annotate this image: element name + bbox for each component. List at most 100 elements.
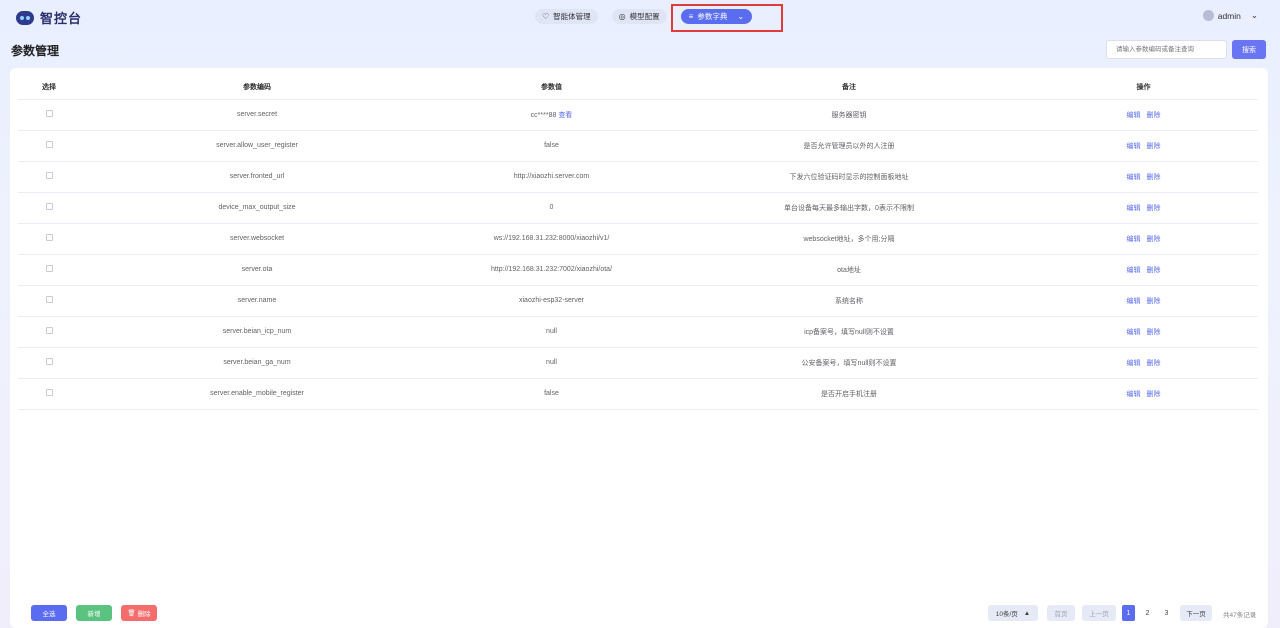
row-checkbox[interactable] [45, 172, 53, 179]
param-value: cc****88 [530, 111, 557, 119]
params-card: 选择 参数编码 参数值 备注 操作 server.secret cc****88 … [10, 68, 1268, 628]
page-size-value: 10条/页 [995, 611, 1018, 618]
edit-link[interactable]: 编辑 [1127, 267, 1141, 274]
trash-icon: 🗑 [127, 610, 136, 617]
page-number-1[interactable]: 1 [1122, 605, 1135, 621]
chevron-down-icon: ⌄ [1250, 10, 1258, 20]
total-records: 共47条记录 [1223, 612, 1257, 619]
edit-link[interactable]: 编辑 [1127, 174, 1141, 181]
table-row: server.enable_mobile_register false 是否开启手机… [18, 378, 1258, 410]
param-note: 系统名称 [669, 285, 1029, 317]
table-header-row: 选择 参数编码 参数值 备注 操作 [18, 76, 1258, 100]
param-note: websocket地址，多个用;分隔 [669, 223, 1029, 255]
row-checkbox[interactable] [45, 110, 53, 117]
nav-label: 模型配置 [629, 12, 660, 21]
param-note: 公安备案号，填写null则不设置 [669, 347, 1029, 379]
edit-link[interactable]: 编辑 [1127, 143, 1141, 150]
param-value-cell: null [434, 347, 669, 379]
prev-page-button[interactable]: 上一页 [1082, 605, 1116, 621]
param-value-cell: 0 [434, 192, 669, 224]
row-select-cell [18, 161, 80, 193]
delete-label: 删除 [137, 611, 151, 618]
robot-logo-icon [16, 10, 34, 25]
delete-link[interactable]: 删除 [1147, 236, 1161, 243]
param-value-cell: cc****88 查看 [434, 99, 669, 131]
row-checkbox[interactable] [45, 234, 53, 241]
caret-up-icon: ▲ [1023, 609, 1031, 617]
delete-link[interactable]: 删除 [1147, 298, 1161, 305]
logo-text: 智控台 [40, 11, 83, 26]
highlight-annotation [671, 4, 783, 32]
page-size-select[interactable]: 10条/页 ▲ [988, 605, 1038, 621]
param-value: ws://192.168.31.232:8000/xiaozhi/v1/ [493, 235, 610, 242]
nav-model-config[interactable]: ◎ 模型配置 [611, 9, 667, 24]
row-checkbox[interactable] [45, 389, 53, 396]
avatar [1202, 10, 1214, 21]
delete-link[interactable]: 删除 [1147, 360, 1161, 367]
param-value-cell: http://xiaozhi.server.com [434, 161, 669, 193]
row-select-cell [18, 223, 80, 255]
param-code: device_max_output_size [80, 192, 434, 224]
row-checkbox[interactable] [45, 327, 53, 334]
search-input[interactable] [1106, 40, 1227, 59]
next-page-button[interactable]: 下一页 [1180, 605, 1212, 621]
first-page-button[interactable]: 首页 [1047, 605, 1075, 621]
row-checkbox[interactable] [45, 203, 53, 210]
delete-link[interactable]: 删除 [1147, 267, 1161, 274]
param-code: server.name [80, 285, 434, 317]
edit-link[interactable]: 编辑 [1127, 329, 1141, 336]
row-actions: 编辑 删除 [1029, 192, 1258, 224]
row-checkbox[interactable] [45, 141, 53, 148]
param-value-cell: null [434, 316, 669, 348]
page-number-2[interactable]: 2 [1141, 605, 1154, 621]
delete-link[interactable]: 删除 [1147, 329, 1161, 336]
edit-link[interactable]: 编辑 [1127, 391, 1141, 398]
edit-link[interactable]: 编辑 [1127, 360, 1141, 367]
row-select-cell [18, 130, 80, 162]
param-value: null [546, 328, 557, 335]
edit-link[interactable]: 编辑 [1127, 236, 1141, 243]
delete-link[interactable]: 删除 [1147, 205, 1161, 212]
user-menu[interactable]: admin ⌄ [1202, 10, 1258, 21]
add-button[interactable]: 新增 [76, 605, 112, 621]
table-row: device_max_output_size 0 单台设备每天最多输出字数，0表示不… [18, 192, 1258, 224]
select-all-button[interactable]: 全选 [31, 605, 67, 621]
row-checkbox[interactable] [45, 265, 53, 272]
param-note: 下发六位验证码时显示的控制面板地址 [669, 161, 1029, 193]
user-name: admin [1217, 10, 1241, 21]
delete-link[interactable]: 删除 [1147, 391, 1161, 398]
view-link[interactable]: 查看 [558, 112, 572, 119]
table-row: server.beian_ga_num null 公安备案号，填写null则不设置编… [18, 347, 1258, 379]
edit-link[interactable]: 编辑 [1127, 298, 1141, 305]
param-code: server.websocket [80, 223, 434, 255]
model-icon: ◎ [618, 11, 626, 21]
delete-link[interactable]: 删除 [1147, 143, 1161, 150]
param-code: server.secret [80, 99, 434, 131]
row-select-cell [18, 192, 80, 224]
delete-link[interactable]: 删除 [1147, 174, 1161, 181]
search-button[interactable]: 搜索 [1232, 40, 1266, 59]
param-value-cell: http://192.168.31.232:7002/xiaozhi/ota/ [434, 254, 669, 286]
row-checkbox[interactable] [45, 296, 53, 303]
param-value-cell: ws://192.168.31.232:8000/xiaozhi/v1/ [434, 223, 669, 255]
nav-agent-management[interactable]: ♡ 智能体管理 [535, 9, 598, 24]
param-code: server.fronted_url [80, 161, 434, 193]
delete-link[interactable]: 删除 [1147, 112, 1161, 119]
param-code: server.beian_icp_num [80, 316, 434, 348]
row-select-cell [18, 254, 80, 286]
param-note: icp备案号，填写null则不设置 [669, 316, 1029, 348]
table-row: server.fronted_url http://xiaozhi.server.… [18, 161, 1258, 193]
page-number-3[interactable]: 3 [1160, 605, 1173, 621]
delete-button[interactable]: 🗑 删除 [121, 605, 157, 621]
param-value: false [544, 390, 559, 397]
header-code: 参数编码 [80, 76, 434, 100]
header-value: 参数值 [434, 76, 669, 100]
logo[interactable]: 智控台 [16, 8, 82, 27]
row-actions: 编辑 删除 [1029, 378, 1258, 410]
row-checkbox[interactable] [45, 358, 53, 365]
edit-link[interactable]: 编辑 [1127, 112, 1141, 119]
page-title: 参数管理 [11, 44, 60, 58]
param-value: xiaozhi-esp32-server [519, 297, 584, 304]
edit-link[interactable]: 编辑 [1127, 205, 1141, 212]
header-ops: 操作 [1029, 76, 1258, 100]
